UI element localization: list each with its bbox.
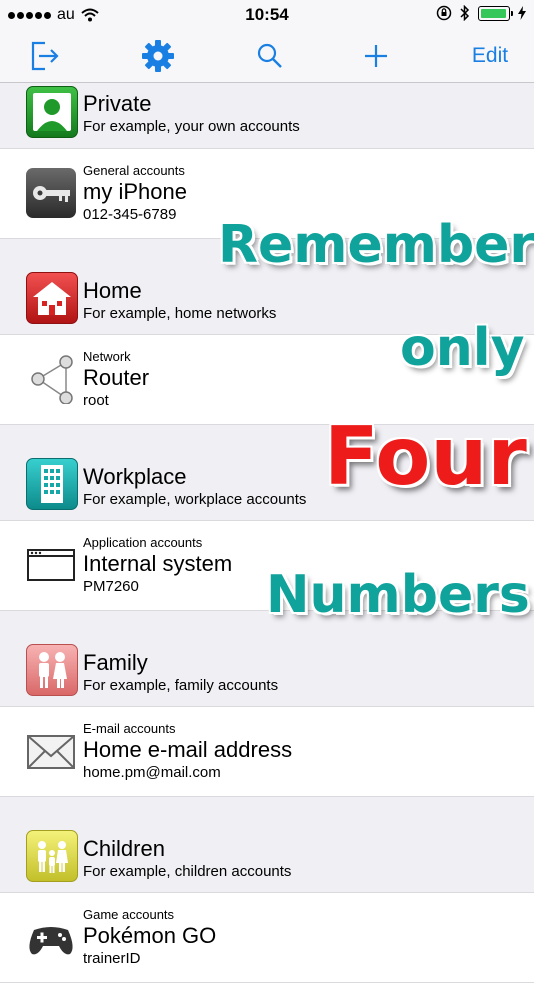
key-icon xyxy=(26,168,76,218)
group-title: Workplace xyxy=(83,464,187,489)
account-title: Router xyxy=(83,365,150,390)
account-row-pokemon-go[interactable]: Game accounts Pokémon GO trainerID xyxy=(0,893,534,983)
charging-icon xyxy=(518,6,526,20)
status-right xyxy=(436,5,526,21)
search-button[interactable] xyxy=(250,36,290,76)
group-title: Children xyxy=(83,836,165,861)
window-icon xyxy=(26,540,76,590)
family-icon xyxy=(26,644,78,696)
settings-button[interactable] xyxy=(138,36,178,76)
account-row-home-email[interactable]: E-mail accounts Home e-mail address home… xyxy=(0,707,534,797)
group-row-private[interactable]: Private For example, your own accounts xyxy=(0,83,534,149)
group-subtitle: For example, your own accounts xyxy=(83,118,300,135)
gear-icon xyxy=(142,40,174,72)
account-category: General accounts xyxy=(83,163,185,178)
gamepad-icon xyxy=(26,912,76,962)
house-icon xyxy=(26,272,78,324)
account-title: Internal system xyxy=(83,551,233,576)
group-title: Private xyxy=(83,91,152,116)
network-icon xyxy=(26,354,76,405)
person-icon xyxy=(26,86,78,138)
logout-button[interactable] xyxy=(24,36,64,76)
account-detail: PM7260 xyxy=(83,578,139,595)
account-detail: root xyxy=(83,392,109,409)
children-icon xyxy=(26,830,78,882)
add-button[interactable] xyxy=(356,36,396,76)
plus-icon xyxy=(365,45,387,67)
overlay-only: only xyxy=(400,318,525,378)
toolbar: Edit xyxy=(0,30,534,83)
logout-icon xyxy=(31,41,59,71)
group-row-children[interactable]: Children For example, children accounts xyxy=(0,797,534,893)
group-subtitle: For example, workplace accounts xyxy=(83,491,307,508)
account-detail: home.pm@mail.com xyxy=(83,764,221,781)
account-category: Application accounts xyxy=(83,535,203,550)
account-detail: trainerID xyxy=(83,950,141,967)
bluetooth-icon xyxy=(460,5,470,21)
status-bar: au 10:54 xyxy=(0,0,534,30)
account-title: Home e-mail address xyxy=(83,737,293,762)
group-row-family[interactable]: Family For example, family accounts xyxy=(0,611,534,707)
group-title: Home xyxy=(83,278,142,303)
group-subtitle: For example, children accounts xyxy=(83,863,292,880)
account-title: my iPhone xyxy=(83,179,187,204)
account-detail: 012-345-6789 xyxy=(83,206,177,223)
battery-icon xyxy=(478,5,513,21)
search-icon xyxy=(257,43,282,68)
group-subtitle: For example, home networks xyxy=(83,305,277,322)
rotation-lock-icon xyxy=(436,5,452,21)
account-category: Game accounts xyxy=(83,907,175,922)
building-icon xyxy=(26,458,78,510)
edit-button[interactable]: Edit xyxy=(462,36,518,76)
overlay-numbers: Numbers xyxy=(266,565,530,625)
overlay-remember: Remember xyxy=(218,215,534,275)
overlay-four: Four xyxy=(324,410,527,503)
account-title: Pokémon GO xyxy=(83,923,217,948)
account-category: E-mail accounts xyxy=(83,721,176,736)
group-title: Family xyxy=(83,650,148,675)
envelope-icon xyxy=(26,726,76,776)
account-category: Network xyxy=(83,349,131,364)
group-subtitle: For example, family accounts xyxy=(83,677,279,694)
